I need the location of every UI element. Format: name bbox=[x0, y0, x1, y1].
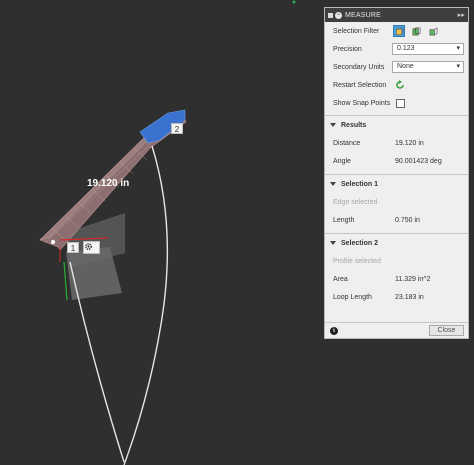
collapse-triangle-icon bbox=[330, 182, 336, 186]
results-section: Results Distance 19.120 in Angle 90.0014… bbox=[325, 115, 468, 170]
distance-value: 19.120 in bbox=[395, 139, 424, 147]
distance-dimension-label: 19.120 in bbox=[87, 178, 130, 189]
secondary-units-value: None bbox=[397, 63, 414, 70]
area-label: Area bbox=[333, 275, 348, 283]
chevron-down-icon: ▾ bbox=[456, 63, 460, 70]
selection-1-type: Edge selected bbox=[333, 198, 378, 206]
expand-icon[interactable]: ▸▸ bbox=[458, 11, 465, 19]
results-header[interactable]: Results bbox=[325, 116, 468, 134]
results-title: Results bbox=[341, 121, 367, 129]
restart-selection-label: Restart Selection bbox=[333, 81, 387, 89]
selection-filter-row: Selection Filter bbox=[325, 22, 468, 40]
point-2-tag: 2 bbox=[171, 123, 183, 134]
show-snap-points-label: Show Snap Points bbox=[333, 99, 391, 107]
close-button[interactable]: Close bbox=[429, 325, 464, 336]
angle-row: Angle 90.001423 deg bbox=[325, 152, 468, 170]
pin-icon[interactable] bbox=[328, 12, 333, 18]
selection-2-section: Selection 2 Profile selected Area 11.329… bbox=[325, 233, 468, 306]
loop-length-row: Loop Length 23.183 in bbox=[325, 288, 468, 306]
face-filter-icon bbox=[412, 27, 420, 35]
restart-arrow-icon bbox=[396, 80, 404, 89]
panel-title: MEASURE bbox=[345, 11, 382, 19]
secondary-units-label: Secondary Units bbox=[333, 63, 385, 71]
loop-length-value: 23.183 in bbox=[395, 293, 424, 301]
area-row: Area 11.329 in^2 bbox=[325, 270, 468, 288]
filter-face-button[interactable] bbox=[410, 25, 422, 37]
selection-2-header[interactable]: Selection 2 bbox=[325, 234, 468, 252]
measure-icon: − bbox=[335, 11, 342, 19]
length-row: Length 0.750 in bbox=[325, 211, 468, 229]
gear-icon bbox=[85, 243, 92, 250]
info-icon[interactable]: i bbox=[330, 326, 338, 335]
distance-label: Distance bbox=[333, 139, 361, 147]
filter-body-button[interactable] bbox=[393, 25, 405, 37]
show-snap-points-row: Show Snap Points bbox=[325, 94, 468, 112]
panel-footer: i Close bbox=[325, 322, 468, 338]
show-snap-points-checkbox[interactable] bbox=[396, 98, 405, 108]
precision-label: Precision bbox=[333, 45, 362, 53]
length-label: Length bbox=[333, 216, 355, 224]
selection-2-type: Profile selected bbox=[333, 257, 381, 265]
distance-row: Distance 19.120 in bbox=[325, 134, 468, 152]
measure-arc-right bbox=[123, 145, 169, 465]
selection-1-header[interactable]: Selection 1 bbox=[325, 175, 468, 193]
panel-header[interactable]: − MEASURE ▸▸ bbox=[325, 8, 468, 22]
selection-filter-label: Selection Filter bbox=[333, 27, 380, 35]
collapse-triangle-icon bbox=[330, 123, 336, 127]
area-value: 11.329 in^2 bbox=[395, 275, 431, 283]
selection-1-section: Selection 1 Edge selected Length 0.750 i… bbox=[325, 174, 468, 229]
cube-filter-icon bbox=[395, 27, 403, 35]
selection-2-title: Selection 2 bbox=[341, 239, 378, 247]
point-1-tag: 1 bbox=[67, 242, 79, 253]
secondary-units-dropdown[interactable]: None ▾ bbox=[392, 61, 464, 73]
loop-length-label: Loop Length bbox=[333, 293, 372, 301]
origin-marker bbox=[292, 0, 296, 4]
selection-2-type-row: Profile selected bbox=[325, 252, 468, 270]
selection-1-type-row: Edge selected bbox=[325, 193, 468, 211]
chevron-down-icon: ▾ bbox=[456, 45, 460, 52]
y-axis-line bbox=[63, 261, 68, 301]
measure-panel: − MEASURE ▸▸ Selection Filter Precision … bbox=[324, 7, 469, 339]
restart-selection-row: Restart Selection bbox=[325, 76, 468, 94]
filter-edge-button[interactable] bbox=[427, 25, 439, 37]
length-value: 0.750 in bbox=[395, 216, 420, 224]
secondary-units-row: Secondary Units None ▾ bbox=[325, 58, 468, 76]
precision-dropdown[interactable]: 0.123 ▾ bbox=[392, 43, 464, 55]
point-settings-button[interactable] bbox=[83, 241, 100, 254]
collapse-triangle-icon bbox=[330, 241, 336, 245]
selection-1-title: Selection 1 bbox=[341, 180, 378, 188]
point-1-marker[interactable] bbox=[50, 239, 56, 245]
precision-row: Precision 0.123 ▾ bbox=[325, 40, 468, 58]
restart-selection-button[interactable] bbox=[395, 80, 405, 92]
precision-value: 0.123 bbox=[397, 45, 415, 52]
angle-value: 90.001423 deg bbox=[395, 157, 442, 165]
edge-filter-icon bbox=[429, 27, 437, 35]
angle-label: Angle bbox=[333, 157, 351, 165]
